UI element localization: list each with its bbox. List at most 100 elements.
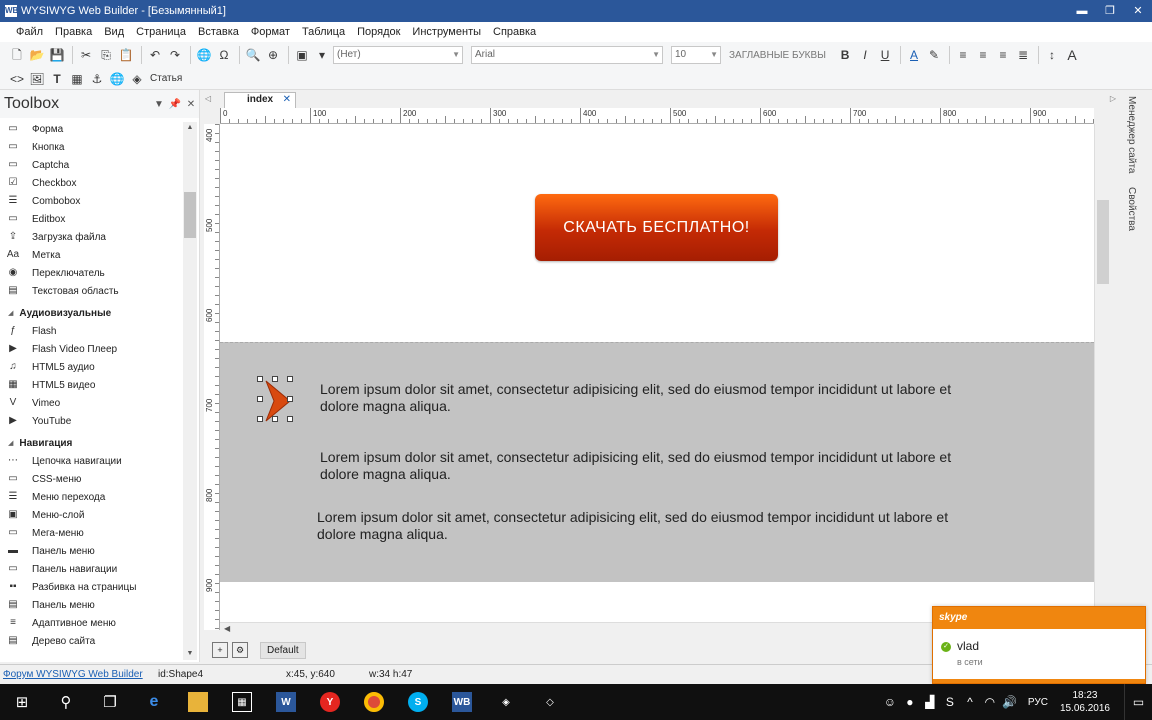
scroll-thumb[interactable] [184, 192, 196, 238]
properties-tab[interactable]: Свойства [1126, 187, 1137, 231]
toolbox-item[interactable]: ⇪ Загрузка файла [0, 228, 182, 246]
clock[interactable]: 18:23 15.06.2016 [1060, 689, 1110, 715]
underline-button[interactable]: U [876, 46, 894, 64]
menu-insert[interactable]: Вставка [192, 22, 245, 42]
selection-handle[interactable] [257, 416, 263, 422]
edge-browser-icon[interactable]: e [132, 684, 176, 720]
align-right-icon[interactable]: ≡ [994, 46, 1012, 64]
web-icon[interactable]: 🌐 [108, 70, 126, 88]
tab-scroll-left-icon[interactable]: ◁ [205, 94, 211, 103]
align-center-icon[interactable]: ≡ [974, 46, 992, 64]
scroll-up-icon[interactable]: ▲ [183, 122, 197, 134]
text-tool-icon[interactable]: T [48, 70, 66, 88]
paste-icon[interactable]: 📋 [117, 46, 135, 64]
selection-handle[interactable] [257, 396, 263, 402]
network-icon[interactable]: ▟ [920, 695, 940, 709]
notification-center-icon[interactable]: ▭ [1124, 684, 1152, 720]
word-icon[interactable]: W [264, 684, 308, 720]
chevron-down-icon[interactable]: ▼ [151, 99, 167, 110]
toolbox-item[interactable]: ▪▪ Разбивка на страницы [0, 578, 182, 596]
save-icon[interactable]: 💾 [48, 46, 66, 64]
menu-file[interactable]: Файл [10, 22, 49, 42]
skype-tray-icon[interactable]: S [940, 695, 960, 709]
open-folder-icon[interactable]: 📂 [28, 46, 46, 64]
font-size-combobox[interactable]: 10 ▼ [671, 46, 721, 64]
highlight-icon[interactable]: ✎ [925, 46, 943, 64]
grid-icon[interactable]: ▦ [68, 70, 86, 88]
toolbox-item[interactable]: ♫ HTML5 аудио [0, 358, 182, 376]
toolbox-item[interactable]: ƒ Flash [0, 322, 182, 340]
selection-handle[interactable] [287, 396, 293, 402]
menu-view[interactable]: Вид [98, 22, 130, 42]
scroll-down-icon[interactable]: ▼ [183, 648, 197, 660]
image-icon[interactable]: 🖼 [28, 70, 46, 88]
toolbox-item[interactable]: ▭ Панель навигации [0, 560, 182, 578]
toolbox-item[interactable]: ◉ Переключатель [0, 264, 182, 282]
align-left-icon[interactable]: ≡ [954, 46, 972, 64]
collapse-triangle-icon[interactable]: ◢ [8, 439, 13, 447]
toolbox-item[interactable]: ☑ Checkbox [0, 174, 182, 192]
toolbox-item[interactable]: ▭ CSS-меню [0, 470, 182, 488]
selection-handle[interactable] [257, 376, 263, 382]
toolbox-item[interactable]: ☰ Combobox [0, 192, 182, 210]
forum-link[interactable]: Форум WYSIWYG Web Builder [3, 669, 158, 680]
toolbox-group[interactable]: ◢ Аудиовизуальные [0, 304, 182, 322]
minimize-button[interactable]: ▬ [1068, 0, 1096, 22]
skype-icon[interactable]: S [396, 684, 440, 720]
app-icon-diamond[interactable]: ◈ [484, 684, 528, 720]
align-justify-icon[interactable]: ≣ [1014, 46, 1032, 64]
toolbox-item[interactable]: ≡ Адаптивное меню [0, 614, 182, 632]
toolbox-item[interactable]: ▶ Flash Video Плеер [0, 340, 182, 358]
shape-icon[interactable]: ◈ [128, 70, 146, 88]
close-tab-icon[interactable]: ✕ [283, 93, 291, 107]
italic-button[interactable]: I [856, 46, 874, 64]
code-icon[interactable]: <> [8, 70, 26, 88]
toolbox-item[interactable]: ▭ Мега-меню [0, 524, 182, 542]
selection-handle[interactable] [287, 376, 293, 382]
menu-arrange[interactable]: Порядок [351, 22, 406, 42]
menu-format[interactable]: Формат [245, 22, 296, 42]
text-block-3[interactable]: Lorem ipsum dolor sit amet, consectetur … [317, 509, 977, 543]
copy-icon[interactable]: ⎘ [97, 46, 115, 64]
toolbox-item[interactable]: ▭ Editbox [0, 210, 182, 228]
restore-button[interactable]: ❐ [1096, 0, 1124, 22]
menu-tools[interactable]: Инструменты [406, 22, 487, 42]
toolbox-item[interactable]: ▦ HTML5 видео [0, 376, 182, 394]
anchor-icon[interactable]: ⚓ [88, 70, 106, 88]
new-file-icon[interactable]: 🗋 [8, 46, 26, 64]
toolbox-item[interactable]: ▶ YouTube [0, 412, 182, 430]
menu-page[interactable]: Страница [130, 22, 192, 42]
start-button[interactable]: ⊞ [0, 684, 44, 720]
file-explorer-icon[interactable] [176, 684, 220, 720]
close-icon[interactable]: ✕ [183, 99, 199, 110]
cut-icon[interactable]: ✂ [77, 46, 95, 64]
collapse-triangle-icon[interactable]: ◢ [8, 309, 13, 317]
selection-handle[interactable] [272, 416, 278, 422]
language-indicator[interactable]: РУС [1028, 697, 1048, 708]
text-block-1[interactable]: Lorem ipsum dolor sit amet, consectetur … [320, 381, 980, 415]
zoom-icon[interactable]: 🔍 [244, 46, 262, 64]
app-icon-tool[interactable]: ◇ [528, 684, 572, 720]
gray-content-block[interactable]: Lorem ipsum dolor sit amet, consectetur … [220, 342, 1094, 582]
toolbox-item[interactable]: V Vimeo [0, 394, 182, 412]
emoji-icon[interactable]: ☺ [880, 695, 900, 709]
toolbox-group[interactable]: ◢ Навигация [0, 434, 182, 452]
download-free-button[interactable]: СКАЧАТЬ БЕСПЛАТНО! [535, 194, 778, 261]
toolbox-item[interactable]: ▭ Форма [0, 120, 182, 138]
pin-icon[interactable]: 📌 [167, 99, 183, 110]
preview-globe-icon[interactable]: ⊕ [264, 46, 282, 64]
selection-handle[interactable] [287, 416, 293, 422]
add-breakpoint-icon[interactable]: + [212, 642, 228, 658]
tray-app-icon[interactable]: ● [900, 695, 920, 709]
toolbox-item[interactable]: ☰ Меню перехода [0, 488, 182, 506]
menu-help[interactable]: Справка [487, 22, 542, 42]
uppercase-toggle[interactable]: ЗАГЛАВНЫЕ БУКВЫ [729, 50, 826, 61]
text-style-button[interactable]: A [1063, 46, 1081, 64]
close-button[interactable]: ✕ [1124, 0, 1152, 22]
scroll-left-icon[interactable]: ◀ [224, 624, 230, 633]
toolbox-scrollbar[interactable]: ▲ ▼ [183, 122, 197, 660]
chrome-icon[interactable] [352, 684, 396, 720]
tab-scroll-right-icon[interactable]: ▷ [1110, 94, 1116, 103]
toolbox-item[interactable]: Aa Метка [0, 246, 182, 264]
wifi-icon[interactable]: ◠ [980, 695, 1000, 709]
